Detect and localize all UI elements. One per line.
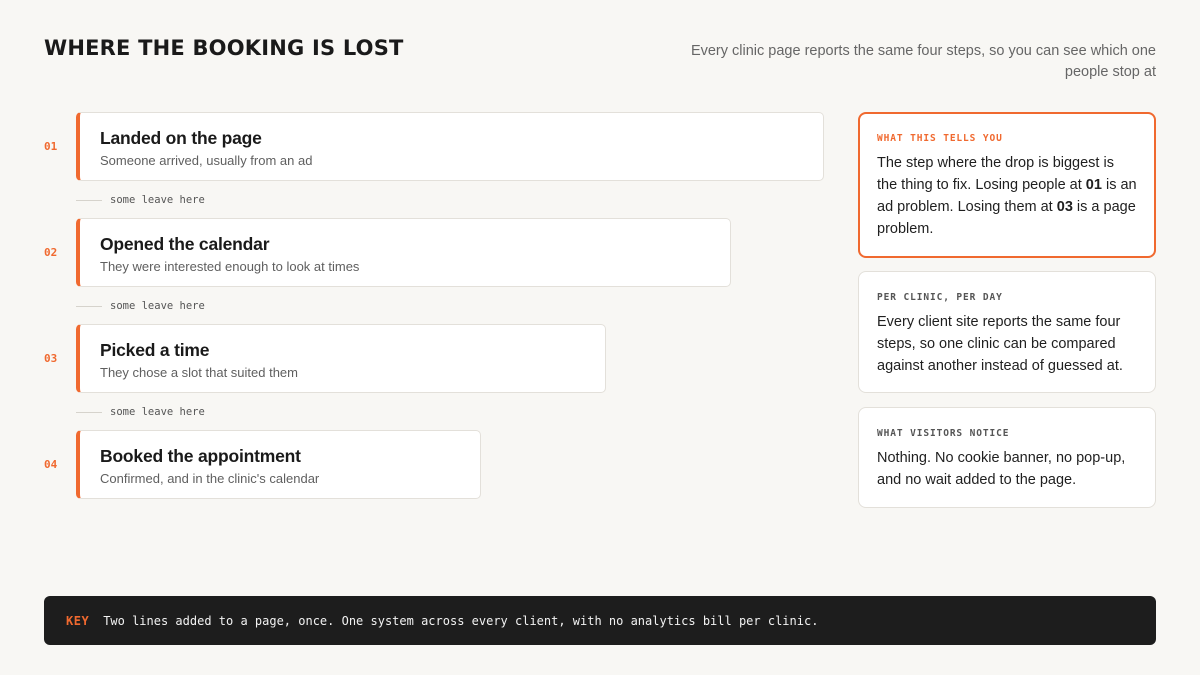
dropoff-line: [76, 199, 102, 201]
funnel-step-card: Picked a time They chose a slot that sui…: [76, 324, 606, 393]
per-clinic-panel: PER CLINIC, PER DAY Every client site re…: [858, 271, 1156, 393]
step-number: 04: [44, 458, 58, 471]
key-text: Two lines added to a page, once. One sys…: [103, 613, 819, 628]
dropoff-line: [76, 305, 102, 307]
dropoff-label: some leave here: [110, 406, 205, 418]
step-title: Landed on the page: [100, 128, 262, 148]
step-title: Booked the appointment: [100, 446, 301, 466]
funnel-step-card: Booked the appointment Confirmed, and in…: [76, 430, 481, 499]
funnel-step-card: Opened the calendar They were interested…: [76, 218, 731, 287]
visitors-panel: WHAT VISITORS NOTICE Nothing. No cookie …: [858, 407, 1156, 508]
dropoff-marker: some leave here: [76, 405, 205, 419]
panel-body: Nothing. No cookie banner, no pop-up, an…: [877, 450, 1126, 488]
insight-panel: WHAT THIS TELLS YOU The step where the d…: [858, 112, 1156, 258]
step-description: Someone arrived, usually from an ad: [100, 153, 313, 168]
dropoff-marker: some leave here: [76, 299, 205, 313]
step-title: Picked a time: [100, 340, 210, 360]
dropoff-marker: some leave here: [76, 193, 205, 207]
panel-heading: WHAT VISITORS NOTICE: [877, 428, 1010, 439]
panel-body: Every client site reports the same four …: [877, 314, 1123, 374]
step-number: 03: [44, 352, 58, 365]
step-description: They were interested enough to look at t…: [100, 259, 360, 274]
panel-body: The step where the drop is biggest is th…: [877, 155, 1137, 237]
panel-heading: WHAT THIS TELLS YOU: [877, 133, 1003, 144]
key-bar: KEY Two lines added to a page, once. One…: [44, 596, 1156, 645]
step-description: They chose a slot that suited them: [100, 365, 298, 380]
step-number: 01: [44, 140, 58, 153]
step-description: Confirmed, and in the clinic's calendar: [100, 471, 320, 486]
step-title: Opened the calendar: [100, 234, 270, 254]
dropoff-line: [76, 411, 102, 413]
page-title: WHERE THE BOOKING IS LOST: [44, 36, 404, 60]
dropoff-label: some leave here: [110, 300, 205, 312]
key-label: KEY: [66, 613, 90, 628]
step-number: 02: [44, 246, 58, 259]
page-subtitle: Every clinic page reports the same four …: [690, 43, 1156, 80]
dropoff-label: some leave here: [110, 194, 205, 206]
funnel-step-card: Landed on the page Someone arrived, usua…: [76, 112, 824, 181]
panel-heading: PER CLINIC, PER DAY: [877, 292, 1003, 303]
